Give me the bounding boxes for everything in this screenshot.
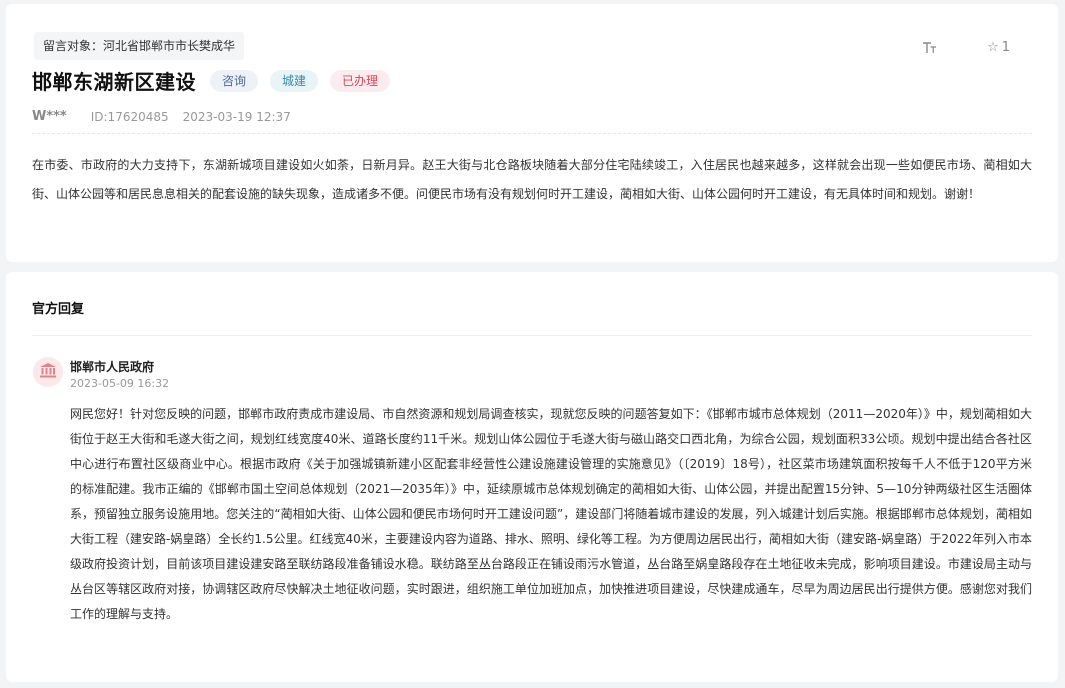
toolbar: ☆ 1 [915, 37, 1010, 57]
message-meta: W*** ID:17620485 2023-03-19 12:37 [32, 109, 291, 124]
favorite-button[interactable]: ☆ 1 [987, 40, 1010, 55]
tag-city: 城建 [270, 69, 319, 92]
divider [32, 133, 1032, 134]
font-size-icon[interactable] [915, 37, 943, 57]
message-id: ID:17620485 [90, 109, 169, 124]
author-name: W*** [32, 109, 67, 124]
government-building-icon [39, 362, 57, 382]
reply-org-name: 邯郸市人民政府 [70, 360, 155, 374]
title-row: 邯郸东湖新区建设 咨询 城建 已办理 [32, 66, 391, 95]
tag-status: 已办理 [330, 69, 391, 92]
message-content: 在市委、市政府的大力支持下，东湖新城项目建设如火如荼，日新月异。赵王大街与北仓路… [32, 158, 1032, 201]
avatar [33, 357, 63, 387]
page-title: 邯郸东湖新区建设 [32, 70, 196, 94]
reply-heading: 官方回复 [32, 302, 85, 317]
reply-card: 官方回复 邯郸市人民政府 2023-05-09 16:32 网民您好！针对您反映… [6, 272, 1058, 682]
divider [32, 335, 1032, 336]
message-card: 留言对象：河北省邯郸市市长樊成华 ☆ 1 邯郸东湖新区建设 咨询 城建 已办理 … [6, 4, 1058, 262]
star-icon: ☆ [987, 39, 999, 55]
recipient-label: 留言对象：河北省邯郸市市长樊成华 [34, 32, 245, 60]
message-datetime: 2023-03-19 12:37 [182, 109, 291, 124]
favorite-count: 1 [1001, 39, 1010, 55]
tag-consult: 咨询 [210, 69, 259, 92]
reply-content: 网民您好！针对您反映的问题，邯郸市政府责成市建设局、市自然资源和规划局调查核实，… [70, 407, 1032, 621]
reply-date: 2023-05-09 16:32 [70, 377, 170, 390]
